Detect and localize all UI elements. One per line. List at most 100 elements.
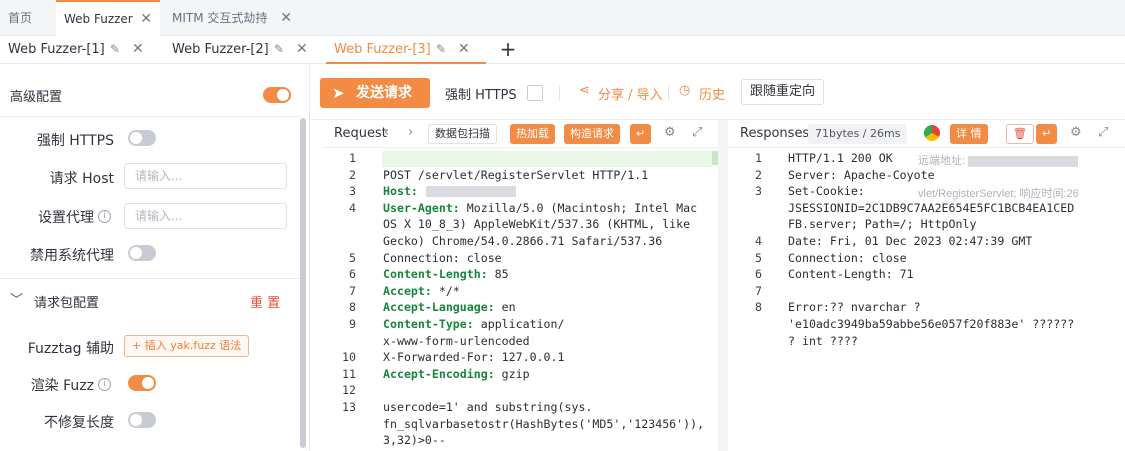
gear-icon[interactable]: ⚙ <box>664 125 676 140</box>
pane-splitter[interactable] <box>718 120 728 451</box>
tab-label: 首页 <box>8 11 33 25</box>
code-line: Accept: */* <box>383 284 460 298</box>
response-editor[interactable]: 1 HTTP/1.1 200 OK 2 Server: Apache-Coyote 3 S… <box>728 148 1125 451</box>
code-line: Connection: close <box>383 251 502 265</box>
tab-web-fuzzer-1[interactable]: Web Fuzzer-[1] ✎ ✕ <box>0 36 155 64</box>
line-number: 7 <box>755 283 762 298</box>
packet-config-title: 请求包配置 <box>34 296 100 311</box>
tab-home[interactable]: 首页 <box>0 0 55 36</box>
history-button[interactable]: 历史 <box>699 84 725 103</box>
tab-web-fuzzer-3[interactable]: Web Fuzzer-[3] ✎ ✕ <box>326 36 486 64</box>
advanced-config-title: 高级配置 <box>10 90 63 105</box>
line-number: 4 <box>349 200 356 215</box>
wrap-icon[interactable]: ↵ <box>630 124 652 144</box>
chevron-down-icon[interactable]: ﹀ <box>10 289 23 308</box>
tab-mitm[interactable]: MITM 交互式劫持 ✕ <box>164 0 300 36</box>
tab-label: Web Fuzzer-[2] <box>172 42 269 57</box>
code-line: OS X 10_8_3) AppleWebKit/537.36 (KHTML, … <box>383 217 690 231</box>
line-number: 9 <box>349 317 356 331</box>
wrap-icon[interactable]: ↵ <box>1036 124 1058 144</box>
tab-web-fuzzer-2[interactable]: Web Fuzzer-[2] ✎ ✕ <box>164 36 319 64</box>
header-key: Content-Type: <box>383 317 474 331</box>
code-line: Server: Apache-Coyote <box>788 168 935 182</box>
request-editor[interactable]: 1 2 POST /servlet/RegisterServlet HTTP/1.1… <box>322 148 718 451</box>
code-line: User-Agent: Mozilla/5.0 (Macintosh; Inte… <box>383 201 697 215</box>
send-request-label: 发送请求 <box>356 85 412 101</box>
pencil-icon[interactable]: ✎ <box>110 36 120 63</box>
fuzzer-tab-bar: Web Fuzzer-[1] ✎ ✕ Web Fuzzer-[2] ✎ ✕ Web Fu… <box>0 36 1125 64</box>
line-number: 7 <box>349 283 356 298</box>
force-https-toggle[interactable] <box>128 130 156 146</box>
chevron-right-icon[interactable]: › <box>408 125 413 140</box>
header-key: Host: <box>383 184 418 199</box>
detail-button[interactable]: 详 情 <box>950 124 988 144</box>
advanced-config-toggle[interactable] <box>263 87 291 103</box>
tab-label: MITM 交互式劫持 <box>172 11 268 25</box>
expand-icon[interactable]: ⤢ <box>1098 125 1108 140</box>
response-pane-header: Responses 71bytes / 26ms 详 情 🗑 ↵ ⚙ ⤢ <box>728 120 1125 148</box>
sidebar-scrollbar[interactable] <box>300 118 306 448</box>
pencil-icon[interactable]: ✎ <box>274 36 284 63</box>
no-fix-length-toggle[interactable] <box>128 412 156 428</box>
code-text: HTTP/1.1 200 OK <box>788 151 893 165</box>
expand-icon[interactable]: ⤢ <box>692 125 702 140</box>
request-host-input[interactable]: 请输入... <box>124 163 287 189</box>
code-line: 'e10adc3949ba59abbe56e057f20f883e' ?????… <box>788 317 1074 331</box>
code-text: Error:?? nvarchar ? <box>788 300 921 315</box>
response-time-overlay: vlet/RegisterServlet; 响应时间:26 <box>918 188 1079 200</box>
disable-system-proxy-toggle[interactable] <box>128 245 156 261</box>
request-title: Request <box>334 126 387 141</box>
packet-scan-button[interactable]: 数据包扫描 <box>428 124 497 144</box>
divider <box>559 85 560 101</box>
code-text: Set-Cookie: <box>788 184 865 199</box>
line-number: 4 <box>755 234 762 248</box>
reset-button[interactable]: 重 置 <box>250 292 280 311</box>
code-line: Content-Type: application/ <box>383 317 565 331</box>
build-request-button[interactable]: 构造请求 <box>564 124 620 144</box>
code-text: Gecko) Chrome/54.0.2866.71 Safari/537.36 <box>383 234 663 248</box>
gear-icon[interactable]: ⚙ <box>1070 125 1082 140</box>
render-fuzz-label: 渲染 Fuzz <box>30 378 94 394</box>
close-icon[interactable]: ✕ <box>280 0 292 36</box>
add-tab-icon[interactable]: + <box>498 36 518 64</box>
close-icon[interactable]: ✕ <box>458 36 470 63</box>
share-import-button[interactable]: 分享 / 导入 <box>598 84 663 103</box>
info-icon[interactable]: i <box>98 210 111 223</box>
chevron-left-icon[interactable]: ‹ <box>384 125 389 140</box>
code-line: fn_sqlvarbasetostr(HashBytes('MD5','1234… <box>383 417 704 431</box>
code-text: en <box>494 300 516 315</box>
line-number: 10 <box>342 350 356 365</box>
code-text: */* <box>431 283 460 298</box>
close-icon[interactable]: ✕ <box>296 36 308 63</box>
follow-redirect-button[interactable]: 跟随重定向 <box>741 79 825 105</box>
code-line: JSESSIONID=2C1DB9C7AA2E654E5FC1BCB4EA1CE… <box>788 201 1074 215</box>
line-number: 13 <box>342 400 356 414</box>
insert-fuzz-syntax-button[interactable]: + 插入 yak.fuzz 语法 <box>124 335 250 357</box>
no-fix-length-label: 不修复长度 <box>44 415 114 431</box>
header-key: User-Agent: <box>383 200 460 215</box>
proxy-input[interactable]: 请输入... <box>124 203 287 229</box>
code-line: usercode=1' and substring(sys. <box>383 400 592 414</box>
tab-web-fuzzer[interactable]: Web Fuzzer ✕ <box>56 0 160 36</box>
code-line: FB.server; Path=/; HttpOnly <box>788 217 976 231</box>
info-icon[interactable]: i <box>98 378 111 391</box>
force-https-label: 强制 HTTPS <box>36 133 114 149</box>
code-line: Gecko) Chrome/54.0.2866.71 Safari/537.36 <box>383 234 662 248</box>
code-line: x-www-form-urlencoded <box>383 334 530 348</box>
chrome-icon[interactable] <box>924 125 940 141</box>
line-number: 1 <box>755 151 762 165</box>
code-text: X-Forwarded-For: 127.0.0.1 <box>383 350 565 365</box>
close-icon[interactable]: ✕ <box>132 36 144 63</box>
force-https-label: 强制 HTTPS <box>445 88 517 103</box>
line-number: 5 <box>349 250 356 265</box>
code-text: 'e10adc3949ba59abbe56e057f20f883e' ?????… <box>788 317 1075 331</box>
line-number: 5 <box>755 250 762 265</box>
line-number: 3 <box>755 184 762 199</box>
render-fuzz-toggle[interactable] <box>128 375 156 391</box>
force-https-checkbox[interactable] <box>527 85 543 101</box>
hot-load-button[interactable]: 热加载 <box>510 124 555 144</box>
send-request-button[interactable]: ➤ 发送请求 <box>320 78 430 108</box>
close-icon[interactable]: ✕ <box>140 2 152 36</box>
pencil-icon[interactable]: ✎ <box>436 36 446 63</box>
trash-icon[interactable]: 🗑 <box>1006 124 1034 144</box>
